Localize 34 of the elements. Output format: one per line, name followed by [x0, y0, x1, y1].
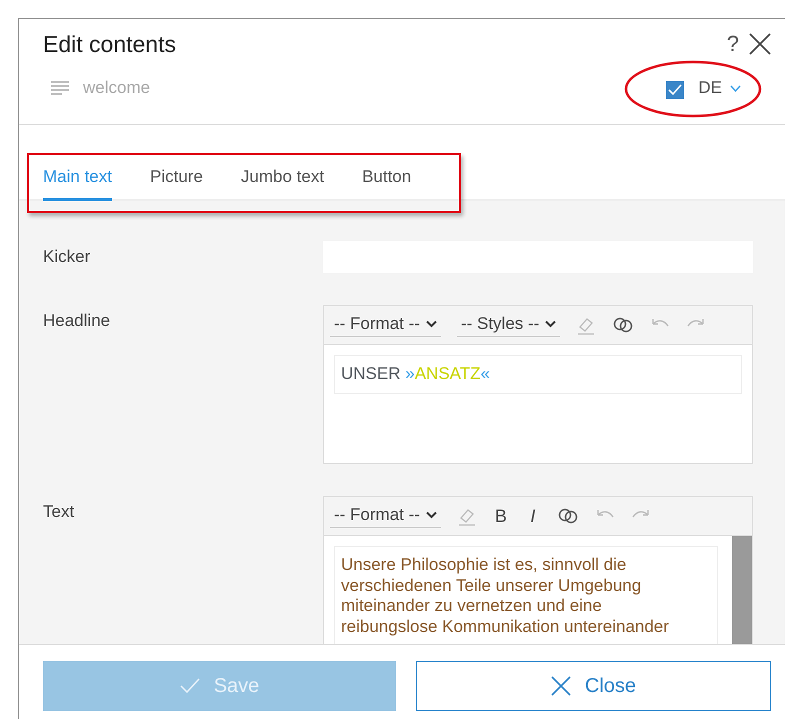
italic-button[interactable]: I: [524, 506, 541, 526]
editor-text: «: [480, 364, 490, 383]
tab[interactable]: Button: [362, 165, 412, 201]
close-button[interactable]: Close: [416, 661, 771, 711]
language-dropdown[interactable]: DE: [698, 78, 741, 98]
checkmark-icon: [180, 678, 200, 694]
dialog-title: Edit contents: [43, 30, 176, 58]
close-icon: [550, 676, 571, 696]
content-name: welcome: [83, 78, 150, 98]
field-label: Kicker: [43, 246, 92, 268]
text-lines-icon: [51, 81, 69, 95]
tab[interactable]: Picture: [150, 165, 203, 201]
link-icon[interactable]: [612, 317, 634, 333]
chevron-icon: [545, 320, 556, 328]
field-label: Text: [43, 501, 76, 523]
editor-text: UNSER: [341, 364, 402, 383]
format-dropdown[interactable]: -- Styles --: [456, 314, 560, 336]
editor-text: »: [405, 364, 415, 383]
editor-text: ANSATZ: [414, 364, 481, 383]
chevron-icon: [426, 320, 437, 328]
bold-button[interactable]: B: [492, 506, 509, 526]
close-icon[interactable]: [749, 33, 771, 55]
chevron-icon: [730, 84, 741, 92]
link-icon[interactable]: [556, 508, 579, 524]
format-dropdown[interactable]: -- Format --: [330, 504, 441, 528]
field-label: Headline: [43, 310, 112, 332]
format-dropdown[interactable]: -- Format --: [330, 314, 441, 336]
editor-text: Unsere Philosophie ist es, sinnvoll die verschiedenen Teile unserer Umgebung miteinander zu vernetzen und eine reibungslose Kommunikation untereinander: [341, 555, 669, 636]
help-button[interactable]: ?: [726, 31, 739, 57]
tab[interactable]: Jumbo text: [240, 165, 324, 201]
chevron-icon: [426, 510, 437, 518]
rich-text-editor[interactable]: -- Format -- -- Styles -- UNSER »ANSATZ«: [323, 305, 753, 464]
language-checkbox[interactable]: [666, 81, 684, 99]
rich-text-editor[interactable]: -- Format -- B I Unsere Philosophie ist es, sinnvoll die verschiedenen Teile unserer Umgebung miteinander zu vernetzen und eine reibungslose Kommunikation untereinander: [323, 496, 753, 644]
